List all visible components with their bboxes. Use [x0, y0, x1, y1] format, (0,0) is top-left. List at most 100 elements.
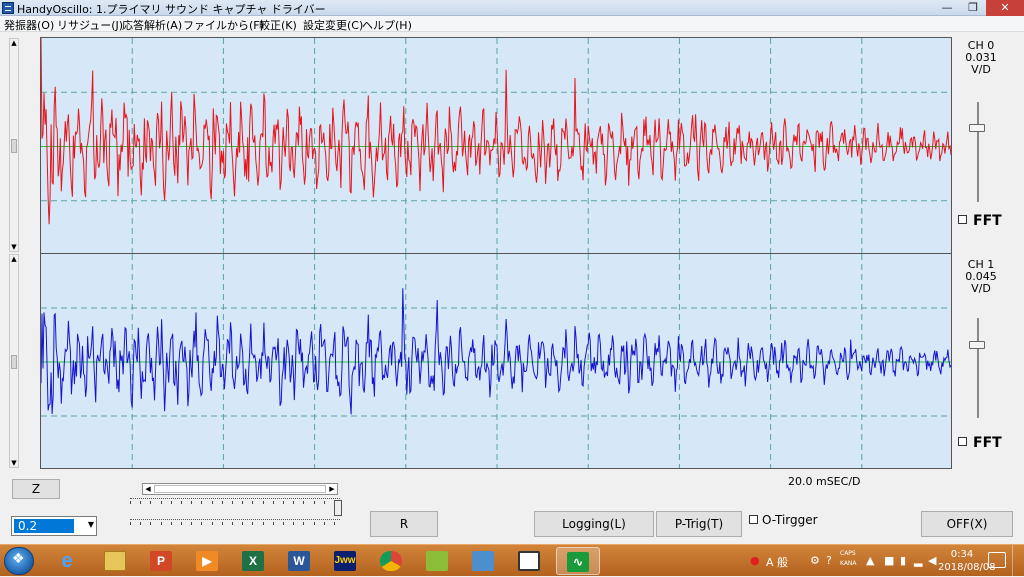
scroll-down-icon[interactable]: ▼ [10, 459, 18, 467]
ch1-gain-slider-thumb[interactable] [969, 341, 985, 349]
package-icon[interactable] [508, 547, 552, 575]
show-hidden-icons-icon[interactable]: ▲ [866, 554, 874, 567]
app-icon [2, 2, 14, 14]
tick-mark [181, 522, 182, 525]
timebase-slider[interactable] [130, 519, 340, 525]
tick-mark [221, 522, 223, 525]
scroll-right-icon[interactable]: ▶ [327, 484, 337, 494]
network-app-icon[interactable] [462, 547, 506, 575]
zoom-select[interactable]: 0.2 ▼ [11, 516, 97, 536]
menu-oscillator[interactable]: 発振器(O) [4, 17, 54, 33]
tick-mark [262, 501, 264, 504]
menu-lissajous[interactable]: リサジュー(J) [57, 17, 123, 33]
tick-mark [221, 501, 223, 504]
tick-mark [170, 501, 172, 504]
chrome-icon[interactable] [370, 547, 414, 575]
scroll-left-icon[interactable]: ◀ [143, 484, 153, 494]
show-desktop-button[interactable] [1012, 545, 1024, 577]
start-button[interactable] [4, 547, 34, 575]
clock-time: 0:34 [950, 549, 974, 560]
maximize-button[interactable]: ❐ [960, 0, 986, 16]
off-button[interactable]: OFF(X) [921, 511, 1013, 537]
tick-mark [283, 522, 284, 525]
excel-icon[interactable]: X [232, 547, 276, 575]
media-player-icon[interactable]: ▶ [186, 547, 230, 575]
checkbox-icon[interactable] [958, 437, 967, 446]
scrollbar-thumb[interactable] [11, 139, 17, 153]
menu-from-file[interactable]: ファイルから(F) [183, 17, 264, 33]
ch1-fft-checkbox[interactable]: FFT [958, 435, 1002, 451]
scroll-up-icon[interactable]: ▲ [10, 39, 18, 47]
jww-icon[interactable]: Jww [324, 547, 368, 575]
ch0-waveform-plot[interactable] [40, 37, 952, 254]
tick-mark [201, 501, 203, 504]
clock-date: 2018/08/08 [938, 562, 996, 573]
clock[interactable]: 0:34 2018/08/08 [938, 548, 996, 574]
title-bar[interactable]: HandyOscillo: 1.プライマリ サウンド キャプチャ ドライバー —… [0, 0, 1024, 16]
r-button[interactable]: R [370, 511, 438, 537]
tray-icon[interactable]: ⚙ [810, 554, 820, 567]
minimize-button[interactable]: — [934, 0, 960, 16]
tick-mark [252, 522, 254, 525]
tick-mark [130, 522, 131, 525]
scrollbar-thumb[interactable] [11, 355, 17, 369]
zoom-value: 0.2 [14, 519, 74, 533]
ch0-gain-slider-thumb[interactable] [969, 124, 985, 132]
checkbox-icon[interactable] [958, 215, 967, 224]
ch1-offset-scrollbar[interactable]: ▲ ▼ [9, 254, 19, 468]
battery-icon[interactable]: ▮ [900, 554, 906, 567]
tick-mark [130, 501, 131, 504]
ch0-unit: V/D [971, 63, 991, 76]
action-center-icon[interactable] [988, 552, 1006, 568]
menu-calibration[interactable]: 較正(K) [259, 17, 297, 33]
tick-mark [293, 522, 295, 525]
explorer-icon[interactable] [94, 547, 138, 575]
scroll-down-icon[interactable]: ▼ [10, 243, 18, 251]
tray-app-icon[interactable]: ■ [884, 554, 894, 567]
o-trigger-checkbox[interactable]: O-Tirgger [749, 513, 818, 527]
checkbox-icon[interactable] [749, 515, 758, 524]
volume-icon[interactable]: ◀ [928, 554, 936, 567]
tick-mark [303, 501, 305, 504]
tick-mark [252, 501, 254, 504]
timebase-slider-thumb[interactable] [334, 500, 342, 516]
tick-mark [160, 522, 162, 525]
tick-mark [140, 522, 142, 525]
powerpoint-icon[interactable]: P [140, 547, 184, 575]
time-position-scrollbar[interactable]: ◀ ▶ [142, 483, 338, 495]
close-button[interactable]: ✕ [986, 0, 1024, 16]
taskbar: e P ▶ X W Jww ∿ ● A 般 ⚙ ? CAPS KANA ▲ ■ … [0, 544, 1024, 577]
tick-mark [232, 501, 233, 504]
menu-bar: 発振器(O) リサジュー(J) 応答解析(A) ファイルから(F) 較正(K) … [0, 16, 1024, 32]
tick-mark [232, 522, 233, 525]
tick-mark [313, 501, 315, 504]
ch0-fft-checkbox[interactable]: FFT [958, 213, 1002, 229]
chevron-down-icon[interactable]: ▼ [88, 520, 94, 529]
tick-mark [242, 522, 244, 525]
ch1-waveform-plot[interactable] [40, 253, 952, 469]
handyoscillo-icon[interactable]: ∿ [556, 547, 600, 575]
ch1-gain-slider[interactable] [977, 318, 979, 418]
ime-indicator[interactable]: A 般 [766, 554, 788, 570]
tick-mark [293, 501, 295, 504]
word-icon[interactable]: W [278, 547, 322, 575]
alert-icon[interactable]: ● [750, 554, 760, 567]
ch0-gain-slider[interactable] [977, 102, 979, 202]
network-icon[interactable]: ▂ [914, 554, 922, 567]
tick-mark [272, 501, 274, 504]
scroll-up-icon[interactable]: ▲ [10, 255, 18, 263]
tick-mark [262, 522, 264, 525]
z-button[interactable]: Z [12, 479, 60, 499]
menu-response-analysis[interactable]: 応答解析(A) [122, 17, 182, 33]
ie-icon[interactable]: e [46, 547, 90, 575]
help-icon[interactable]: ? [826, 554, 832, 567]
ch0-offset-scrollbar[interactable]: ▲ ▼ [9, 38, 19, 252]
scrollbar-thumb[interactable] [154, 485, 326, 493]
p-trig-button[interactable]: P-Trig(T) [656, 511, 742, 537]
app-leaf-icon[interactable] [416, 547, 460, 575]
tick-mark [323, 501, 325, 504]
tick-mark [272, 522, 274, 525]
logging-button[interactable]: Logging(L) [534, 511, 654, 537]
menu-settings[interactable]: 設定変更(C) [303, 17, 363, 33]
menu-help[interactable]: ヘルプ(H) [362, 17, 412, 33]
